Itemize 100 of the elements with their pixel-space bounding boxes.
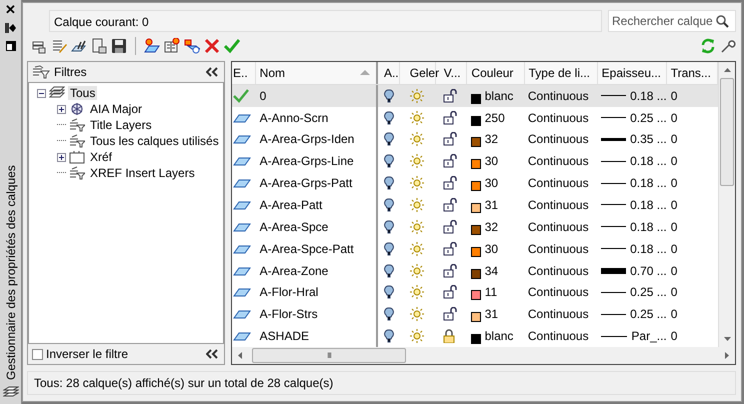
layer-row[interactable]: A-Area-Spce-Patt 30 Continuous 0.18 ... 0 — [232, 238, 718, 260]
close-button[interactable]: ✕ — [5, 4, 16, 16]
color-swatch[interactable] — [470, 94, 481, 104]
color-swatch[interactable] — [470, 290, 481, 300]
layer-row[interactable]: A-Area-Zone 34 Continuous 0.70 ... 0 — [232, 260, 718, 282]
padlock-open-icon[interactable] — [443, 307, 458, 322]
sun-icon[interactable] — [410, 285, 424, 300]
color-swatch[interactable] — [470, 224, 481, 235]
layer-name: A-Anno-Scrn — [256, 106, 378, 129]
column-header[interactable]: Couleur — [467, 62, 525, 84]
filter-tree-item[interactable]: Tous — [68, 86, 98, 100]
layer-row[interactable]: A-Flor-Strs 31 Continuous 0.25 ... 0 — [232, 303, 718, 326]
expand-box-icon[interactable] — [57, 104, 66, 114]
light-bulb-icon[interactable] — [384, 132, 394, 146]
color-swatch[interactable] — [470, 246, 481, 257]
padlock-open-icon[interactable] — [443, 242, 458, 256]
collapse-icon[interactable] — [206, 349, 218, 359]
padlock-closed-icon[interactable] — [443, 329, 456, 344]
properties-icon[interactable] — [4, 40, 16, 52]
sun-icon[interactable] — [410, 110, 424, 125]
sun-icon[interactable] — [410, 220, 424, 234]
filter-tree-item[interactable]: Tous les calques utilisés — [88, 134, 221, 148]
invert-filter-label[interactable]: Inverser le filtre — [46, 347, 128, 361]
sun-icon[interactable] — [410, 198, 424, 212]
light-bulb-icon[interactable] — [384, 220, 394, 234]
linetype-label: Continuous — [526, 175, 590, 192]
padlock-open-icon[interactable] — [443, 220, 458, 234]
layer-row[interactable]: A-Area-Patt 31 Continuous 0.18 ... 0 — [232, 194, 718, 216]
vertical-scrollbar[interactable] — [718, 62, 735, 347]
sun-icon[interactable] — [410, 242, 424, 256]
scroll-up-icon[interactable] — [724, 68, 730, 72]
expand-box-icon[interactable] — [57, 152, 66, 162]
light-bulb-icon[interactable] — [384, 198, 394, 212]
scroll-left-icon[interactable] — [238, 352, 242, 359]
color-label: 34 — [484, 264, 498, 278]
color-label: 32 — [484, 132, 498, 146]
sun-icon[interactable] — [410, 307, 424, 322]
auto-hide-icon[interactable] — [4, 22, 16, 34]
layer-row[interactable]: A-Area-Spce 32 Continuous 0.18 ... 0 — [232, 216, 718, 238]
color-swatch[interactable] — [470, 137, 481, 148]
padlock-open-icon[interactable] — [443, 154, 458, 168]
sun-icon[interactable] — [410, 329, 424, 344]
light-bulb-icon[interactable] — [384, 176, 394, 190]
filter-icon — [69, 134, 85, 148]
layer-row[interactable]: A-Area-Grps-Iden 32 Continuous 0.35 ... 0 — [232, 128, 718, 150]
light-bulb-icon[interactable] — [384, 88, 394, 103]
column-header[interactable]: Type de li... — [524, 62, 598, 84]
layer-row[interactable]: 0 blanc Continuous 0.18 ... 0 — [232, 84, 718, 107]
sun-icon[interactable] — [410, 176, 424, 190]
checkmark-icon[interactable] — [224, 38, 240, 54]
collapse-icon[interactable] — [206, 67, 218, 77]
scroll-down-icon[interactable] — [724, 337, 730, 341]
filter-tree-item[interactable]: XREF Insert Layers — [88, 166, 197, 180]
light-bulb-icon[interactable] — [384, 242, 394, 256]
search-field[interactable]: Rechercher calque — [608, 10, 736, 32]
color-swatch[interactable] — [470, 334, 481, 344]
layer-row[interactable]: A-Flor-Hral 11 Continuous 0.25 ... 0 — [232, 281, 718, 304]
delete-icon[interactable] — [204, 38, 220, 54]
column-header[interactable]: A.. — [378, 62, 400, 84]
padlock-open-icon[interactable] — [443, 132, 458, 146]
color-swatch[interactable] — [470, 312, 481, 322]
light-bulb-icon[interactable] — [384, 154, 394, 168]
padlock-open-icon[interactable] — [443, 198, 458, 212]
filter-tree-item[interactable]: AIA Major — [88, 102, 144, 116]
sun-icon[interactable] — [410, 88, 424, 103]
collapse-box-icon[interactable] — [37, 88, 46, 98]
light-bulb-icon[interactable] — [384, 307, 394, 322]
horizontal-scrollbar[interactable]: III — [232, 347, 735, 364]
document-icon[interactable] — [91, 38, 107, 54]
padlock-open-icon[interactable] — [443, 264, 458, 278]
color-swatch[interactable] — [470, 202, 481, 213]
filter-tree-item[interactable]: Title Layers — [88, 118, 154, 132]
color-swatch[interactable] — [470, 181, 481, 192]
padlock-open-icon[interactable] — [443, 285, 458, 300]
scroll-right-icon[interactable] — [725, 352, 729, 359]
lineweight-label: 0.18 ... — [630, 220, 667, 234]
column-header[interactable]: E.. — [232, 62, 256, 84]
color-label: blanc — [484, 88, 514, 103]
filter-tree-item[interactable]: Xréf — [88, 150, 114, 164]
light-bulb-icon[interactable] — [384, 329, 394, 344]
light-bulb-icon[interactable] — [384, 285, 394, 300]
column-header[interactable]: Epaisseu... — [598, 62, 667, 84]
padlock-open-icon[interactable] — [443, 110, 458, 125]
edit-group-icon[interactable] — [51, 38, 67, 54]
layer-row[interactable]: A-Area-Grps-Patt 30 Continuous 0.18 ... 0 — [232, 172, 718, 194]
padlock-open-icon[interactable] — [443, 88, 458, 103]
sun-icon[interactable] — [410, 154, 424, 168]
light-bulb-icon[interactable] — [384, 264, 394, 278]
color-swatch[interactable] — [470, 116, 481, 126]
color-swatch[interactable] — [470, 268, 481, 279]
invert-checkbox[interactable] — [32, 348, 43, 360]
sun-icon[interactable] — [410, 264, 424, 278]
layer-row[interactable]: A-Area-Grps-Line 30 Continuous 0.18 ... 0 — [232, 150, 718, 172]
new-layer-icon[interactable] — [144, 38, 160, 54]
color-swatch[interactable] — [470, 159, 481, 170]
light-bulb-icon[interactable] — [384, 110, 394, 125]
sun-icon[interactable] — [410, 132, 424, 146]
padlock-open-icon[interactable] — [443, 176, 458, 190]
save-icon[interactable] — [111, 38, 127, 54]
layer-row[interactable]: A-Anno-Scrn 250 Continuous 0.25 ... 0 — [232, 106, 718, 129]
